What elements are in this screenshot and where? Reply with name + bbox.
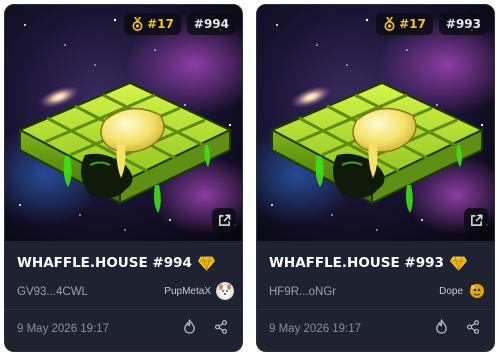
diamond-icon	[449, 256, 467, 271]
owner-info[interactable]: PupMetaX	[164, 282, 234, 300]
nft-artwork[interactable]: #17 #994	[5, 5, 242, 241]
mint-address[interactable]: HF9R...oNGr	[269, 286, 336, 298]
listing-date: 9 May 2026 19:17	[17, 323, 110, 335]
divider	[5, 309, 242, 310]
nft-title[interactable]: WHAFFLE.HOUSE #994	[17, 255, 192, 271]
owner-name[interactable]: PupMetaX	[164, 286, 211, 297]
rank-badge: #17	[376, 13, 433, 35]
waffle-artwork-image	[5, 5, 242, 241]
share-button[interactable]	[464, 319, 482, 339]
external-link-icon	[470, 214, 483, 227]
card-badges: #17 #993	[376, 13, 488, 35]
nft-artwork[interactable]: #17 #993	[257, 5, 494, 241]
share-icon	[214, 319, 228, 339]
token-number-badge: #993	[438, 13, 488, 35]
nft-title[interactable]: WHAFFLE.HOUSE #993	[269, 255, 444, 271]
fire-button[interactable]	[432, 319, 450, 339]
title-row: WHAFFLE.HOUSE #993	[269, 255, 467, 271]
card-badges: #17 #994	[124, 13, 236, 35]
token-number-badge: #994	[186, 13, 236, 35]
card-info: WHAFFLE.HOUSE #994 GV93...4CWL PupMetaX	[5, 241, 242, 351]
divider	[257, 309, 494, 310]
external-link-icon	[218, 214, 231, 227]
mint-address[interactable]: GV93...4CWL	[17, 286, 88, 298]
fire-button[interactable]	[180, 319, 198, 339]
medal-icon	[131, 17, 144, 31]
card-info: WHAFFLE.HOUSE #993 HF9R...oNGr Dope 9 Ma…	[257, 241, 494, 351]
share-button[interactable]	[212, 319, 230, 339]
rank-badge: #17	[124, 13, 181, 35]
external-link-button[interactable]	[212, 208, 236, 232]
diamond-icon	[197, 256, 215, 271]
owner-name[interactable]: Dope	[439, 286, 463, 297]
waffle-artwork-image	[257, 5, 494, 241]
title-row: WHAFFLE.HOUSE #994	[17, 255, 215, 271]
rank-text: #17	[147, 17, 174, 31]
nft-card[interactable]: #17 #993 WHAFFLE.HOUSE #993 HF9R...oNGr …	[256, 4, 495, 352]
owner-avatar[interactable]	[468, 282, 486, 300]
owner-avatar[interactable]	[216, 282, 234, 300]
medal-icon	[383, 17, 396, 31]
nft-card-grid: #17 #994 WHAFFLE.HOUSE #994 GV93...4CWL …	[0, 0, 498, 357]
listing-date: 9 May 2026 19:17	[269, 323, 362, 335]
rank-text: #17	[399, 17, 426, 31]
nft-card[interactable]: #17 #994 WHAFFLE.HOUSE #994 GV93...4CWL …	[4, 4, 243, 352]
fire-icon	[435, 319, 448, 339]
share-icon	[466, 319, 480, 339]
fire-icon	[183, 319, 196, 339]
owner-info[interactable]: Dope	[439, 282, 486, 300]
external-link-button[interactable]	[464, 208, 488, 232]
